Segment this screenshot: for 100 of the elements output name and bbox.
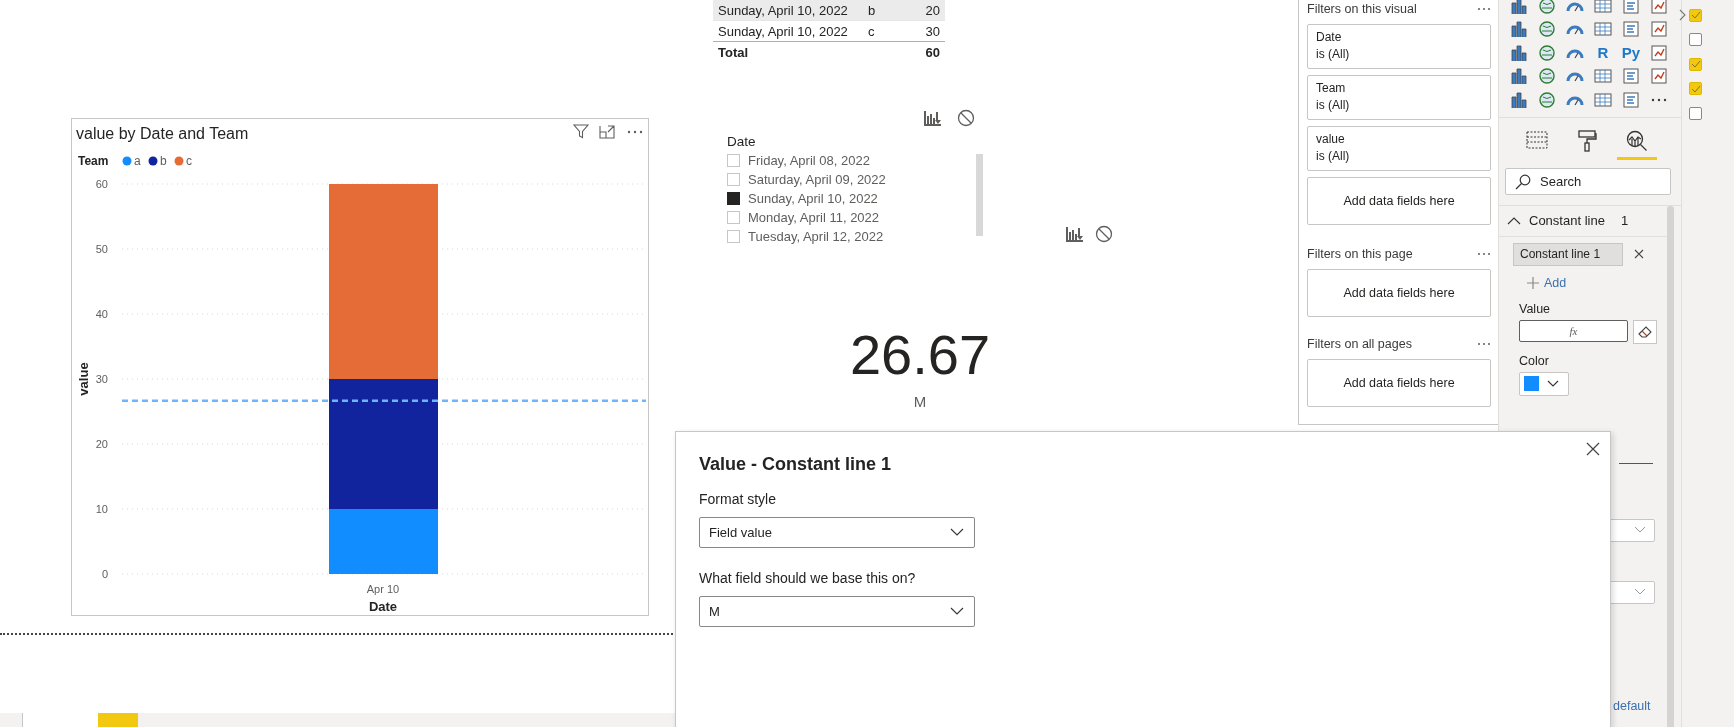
filter-card[interactable]: value is (All) bbox=[1307, 126, 1491, 171]
drop-zone[interactable]: Add data fields here bbox=[1307, 177, 1491, 225]
y-tick-label: 10 bbox=[95, 503, 108, 515]
constant-line-item[interactable]: Constant line 1 bbox=[1513, 242, 1623, 266]
drop-zone[interactable]: Add data fields here bbox=[1307, 269, 1491, 317]
visual-type-icon[interactable] bbox=[1650, 20, 1668, 39]
more-options-icon[interactable] bbox=[627, 130, 643, 134]
checkbox[interactable] bbox=[1689, 106, 1702, 120]
chart-frame[interactable]: value by Date and Team Team a b c 0 10 20 30 40 50 60 Apr 10 Date value bbox=[71, 118, 649, 616]
table-cell-text: b bbox=[867, 2, 877, 18]
checkbox[interactable] bbox=[1689, 82, 1702, 96]
filter-card[interactable]: Team is (All) bbox=[1307, 75, 1491, 120]
y-tick-label: 50 bbox=[95, 243, 108, 255]
slicer-item[interactable]: Tuesday, April 12, 2022 bbox=[748, 228, 884, 244]
reset-link[interactable]: default bbox=[1613, 698, 1651, 713]
eraser-button[interactable] bbox=[1633, 319, 1657, 344]
visual-type-icon[interactable] bbox=[1650, 43, 1668, 62]
card-value: 26.67 bbox=[849, 325, 991, 385]
visual-type-icon[interactable] bbox=[1594, 0, 1612, 15]
table-row[interactable]: Sunday, April 10, 2022 b 20 bbox=[713, 0, 945, 21]
y-tick-label: 40 bbox=[95, 308, 108, 320]
more-options-icon[interactable] bbox=[1477, 252, 1491, 256]
search-icon bbox=[1515, 173, 1531, 190]
checkbox[interactable] bbox=[727, 191, 740, 205]
focus-mode-icon[interactable] bbox=[599, 125, 615, 139]
visual-type-icon[interactable] bbox=[1538, 67, 1556, 86]
paint-roller-icon bbox=[1577, 129, 1597, 152]
y-tick-label: 0 bbox=[101, 568, 108, 580]
checkbox[interactable] bbox=[1689, 33, 1702, 47]
prohibited-icon[interactable] bbox=[957, 109, 975, 127]
visual-type-icon[interactable] bbox=[1594, 20, 1612, 39]
chevron-icon[interactable] bbox=[1679, 9, 1687, 22]
field-label: Color bbox=[1519, 353, 1550, 368]
visual-type-icon[interactable] bbox=[1510, 20, 1528, 39]
search-field[interactable]: Search bbox=[1505, 167, 1671, 195]
table-cell-text: Sunday, April 10, 2022 bbox=[717, 2, 849, 18]
filter-condition: is (All) bbox=[1316, 149, 1351, 163]
add-button[interactable]: Add bbox=[1525, 273, 1569, 292]
visual-type-button[interactable]: R bbox=[1597, 44, 1609, 62]
eraser-icon bbox=[1637, 324, 1653, 339]
more-options-icon[interactable] bbox=[1477, 342, 1491, 346]
prohibited-icon[interactable] bbox=[1095, 225, 1113, 243]
field-dropdown[interactable]: M bbox=[699, 596, 975, 627]
drop-zone[interactable]: Add data fields here bbox=[1307, 359, 1491, 407]
table-cell-text: 20 bbox=[924, 2, 941, 18]
scrollbar[interactable] bbox=[1667, 205, 1674, 727]
visual-type-icon[interactable] bbox=[1510, 0, 1528, 15]
table-cell-text: c bbox=[867, 23, 876, 39]
scrollbar[interactable] bbox=[976, 154, 983, 236]
visual-type-icon[interactable] bbox=[1510, 43, 1528, 62]
slicer-item[interactable]: Sunday, April 10, 2022 bbox=[748, 190, 878, 206]
legend-title: Team bbox=[78, 154, 109, 168]
visual-type-button[interactable]: Py bbox=[1621, 44, 1641, 62]
visual-type-icon[interactable] bbox=[1650, 67, 1668, 86]
section-header[interactable]: Constant line 1 bbox=[1499, 205, 1667, 237]
y-tick-label: 60 bbox=[95, 178, 108, 190]
x-tick-label: Apr 10 bbox=[366, 583, 400, 595]
color-picker[interactable] bbox=[1519, 371, 1569, 396]
checkbox[interactable] bbox=[1689, 57, 1702, 71]
visual-type-icon[interactable] bbox=[1650, 0, 1668, 15]
filter-icon[interactable] bbox=[572, 124, 590, 139]
y-tick-label: 30 bbox=[95, 373, 108, 385]
visual-type-icon[interactable] bbox=[1622, 90, 1640, 109]
filter-card[interactable]: Date is (All) bbox=[1307, 24, 1491, 69]
card-label: M bbox=[913, 393, 927, 410]
slicer-item[interactable]: Saturday, April 09, 2022 bbox=[748, 171, 886, 187]
visual-type-icon[interactable] bbox=[1622, 20, 1640, 39]
plus-icon bbox=[1527, 276, 1539, 289]
visual-type-icon[interactable] bbox=[1594, 67, 1612, 86]
visual-type-icon[interactable] bbox=[1622, 67, 1640, 86]
filter-section-title: Filters on this visual bbox=[1307, 2, 1417, 16]
filter-field: Team bbox=[1316, 81, 1482, 95]
fx-button[interactable]: fx bbox=[1519, 319, 1628, 342]
visual-type-icon[interactable] bbox=[1538, 0, 1556, 15]
y-axis-title: value bbox=[76, 362, 91, 396]
visual-type-icon[interactable] bbox=[1510, 67, 1528, 86]
slicer-item[interactable]: Monday, April 11, 2022 bbox=[748, 209, 880, 225]
checkbox[interactable] bbox=[1689, 8, 1702, 22]
pane-tab[interactable] bbox=[1617, 129, 1657, 160]
table-row[interactable]: Sunday, April 10, 2022 c 30 bbox=[713, 21, 945, 42]
visual-type-icon[interactable] bbox=[1538, 43, 1556, 62]
chart-title: value by Date and Team bbox=[76, 125, 249, 142]
legend-label: c bbox=[186, 154, 192, 168]
slicer-item[interactable]: Friday, April 08, 2022 bbox=[748, 152, 870, 168]
visual-type-icon[interactable] bbox=[1622, 0, 1640, 15]
close-icon[interactable] bbox=[1586, 442, 1600, 456]
drill-chart-icon[interactable] bbox=[924, 110, 942, 126]
visual-type-icon[interactable] bbox=[1538, 20, 1556, 39]
table-cell-text: 30 bbox=[924, 23, 941, 39]
analytics-magnifier-icon bbox=[1626, 129, 1648, 152]
close-icon[interactable] bbox=[1633, 248, 1645, 260]
visual-type-icon[interactable] bbox=[1510, 90, 1528, 109]
filter-condition: is (All) bbox=[1316, 47, 1351, 61]
legend-label: b bbox=[160, 154, 167, 168]
format-style-dropdown[interactable]: Field value bbox=[699, 517, 975, 548]
visual-type-icon[interactable] bbox=[1594, 90, 1612, 109]
field-label: Value bbox=[1519, 301, 1552, 316]
more-options-icon[interactable] bbox=[1477, 7, 1491, 11]
drill-chart-icon[interactable] bbox=[1066, 226, 1084, 242]
visual-type-icon[interactable] bbox=[1538, 90, 1556, 109]
